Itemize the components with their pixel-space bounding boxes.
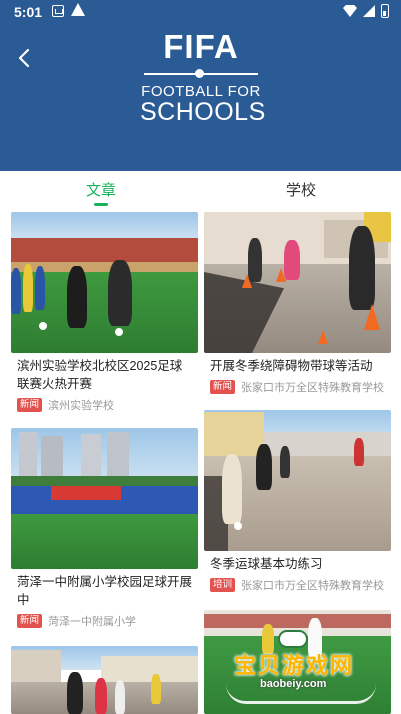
article-tag: 新闻: [17, 398, 43, 412]
article-image: [204, 610, 391, 714]
article-meta: 新闻 张家口市万全区特殊教育学校: [204, 375, 391, 395]
logo-line2: SCHOOLS: [140, 98, 266, 126]
signal-icon: [363, 5, 375, 17]
tab-bar: 文章 学校: [0, 171, 401, 211]
wifi-icon: [343, 5, 357, 17]
article-card[interactable]: 开展冬季绕障碍物带球等活动 新闻 张家口市万全区特殊教育学校: [204, 212, 391, 402]
article-card[interactable]: [204, 610, 391, 714]
article-title: 冬季运球基本功练习: [210, 557, 323, 571]
active-tab-indicator: [94, 203, 108, 206]
app-header: 5:01 FIFA FOOTBALL FOR SCHOOLS: [0, 0, 401, 171]
fifa-schools-logo: FIFA FOOTBALL FOR SCHOOLS: [140, 28, 266, 138]
battery-icon: [381, 4, 389, 18]
warning-icon: [71, 3, 85, 16]
article-card[interactable]: [11, 646, 198, 714]
article-source: 张家口市万全区特殊教育学校: [241, 382, 385, 394]
logo-ball-line: [140, 68, 262, 80]
chevron-left-icon: [18, 48, 30, 68]
article-source: 菏泽一中附属小学: [48, 616, 137, 628]
article-meta: 培训 张家口市万全区特殊教育学校: [204, 573, 391, 593]
article-image: [11, 428, 198, 569]
logo-fifa-text: FIFA: [163, 28, 239, 65]
article-title: 滨州实验学校北校区2025足球联赛火热开赛: [17, 359, 183, 391]
article-title: 菏泽一中附属小学校园足球开展中: [17, 575, 193, 607]
status-bar: 5:01: [0, 0, 401, 24]
article-title: 开展冬季绕障碍物带球等活动: [210, 359, 373, 373]
notification-icon: [52, 5, 64, 17]
article-image: [11, 646, 198, 714]
status-indicators: [343, 4, 389, 18]
article-image: [204, 212, 391, 353]
tab-articles[interactable]: 文章: [86, 179, 116, 200]
article-meta: 新闻 滨州实验学校: [11, 393, 198, 413]
article-tag: 新闻: [210, 380, 236, 394]
article-tag: 新闻: [17, 614, 43, 628]
article-card[interactable]: 冬季运球基本功练习 培训 张家口市万全区特殊教育学校: [204, 410, 391, 600]
article-source: 张家口市万全区特殊教育学校: [241, 580, 385, 592]
article-card[interactable]: 滨州实验学校北校区2025足球联赛火热开赛 新闻 滨州实验学校: [11, 212, 198, 417]
tab-schools[interactable]: 学校: [286, 179, 316, 200]
article-card[interactable]: 菏泽一中附属小学校园足球开展中 新闻 菏泽一中附属小学: [11, 428, 198, 636]
back-button[interactable]: [10, 44, 38, 72]
article-tag: 培训: [210, 578, 236, 592]
article-source: 滨州实验学校: [48, 400, 115, 412]
status-time: 5:01: [14, 4, 43, 20]
article-image: [204, 410, 391, 551]
article-image: [11, 212, 198, 353]
article-meta: 新闻 菏泽一中附属小学: [11, 609, 198, 629]
